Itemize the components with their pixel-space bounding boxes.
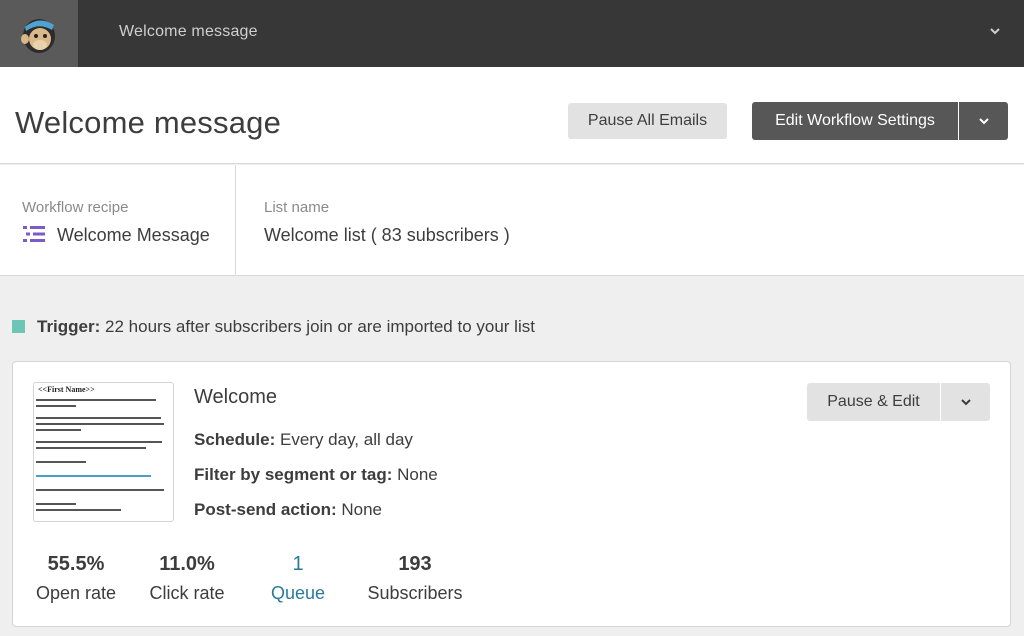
stat-value: 55.5%	[47, 553, 105, 575]
pause-and-edit-dropdown-button[interactable]	[941, 383, 990, 421]
postsend-value: None	[341, 500, 382, 519]
chevron-down-icon	[960, 399, 971, 406]
app-logo[interactable]	[0, 0, 78, 67]
stat-value: 1	[292, 553, 304, 575]
list-name-label: List name	[264, 199, 330, 216]
filter-label: Filter by segment or tag:	[194, 465, 393, 484]
pause-all-emails-button[interactable]: Pause All Emails	[568, 103, 727, 139]
list-name-value: Welcome list ( 83 subscribers )	[264, 225, 510, 245]
stat-open-rate: 55.5% Open rate	[33, 552, 119, 604]
email-thumbnail[interactable]: <<First Name>>	[33, 382, 174, 522]
stat-subscribers: 193 Subscribers	[363, 552, 467, 604]
edit-workflow-settings-button[interactable]: Edit Workflow Settings	[752, 102, 958, 140]
stat-label: Subscribers	[367, 583, 463, 603]
workflow-recipe-label: Workflow recipe	[22, 199, 129, 216]
top-bar: Welcome message	[0, 0, 1024, 67]
info-divider	[235, 165, 236, 276]
filter-value: None	[397, 465, 438, 484]
list-icon	[23, 226, 45, 242]
postsend-detail: Post-send action: None	[194, 500, 382, 520]
pause-and-edit-button[interactable]: Pause & Edit	[807, 383, 940, 421]
workflow-recipe-value: Welcome Message	[57, 225, 210, 245]
postsend-label: Post-send action:	[194, 500, 337, 519]
trigger-label: Trigger:	[37, 317, 101, 336]
page-header: Welcome message Pause All Emails Edit Wo…	[0, 67, 1024, 164]
edit-workflow-settings-dropdown-button[interactable]	[959, 102, 1008, 140]
stat-click-rate: 11.0% Click rate	[147, 552, 227, 604]
trigger-text: 22 hours after subscribers join or are i…	[105, 317, 535, 336]
page-title: Welcome message	[15, 105, 282, 140]
chevron-down-icon	[978, 118, 989, 125]
email-title: Welcome	[194, 386, 277, 408]
stat-label: Queue	[270, 583, 326, 603]
chevron-down-icon[interactable]	[988, 24, 1002, 38]
workflow-info: Workflow recipe Welcome Message List nam…	[0, 165, 1024, 276]
stat-value: 193	[398, 553, 432, 575]
schedule-value: Every day, all day	[279, 430, 413, 449]
trigger-color-swatch	[12, 320, 25, 333]
stat-label: Open rate	[35, 583, 117, 603]
stat-queue-link[interactable]: 1 Queue	[263, 552, 333, 604]
thumbnail-heading: <<First Name>>	[38, 385, 95, 394]
filter-detail: Filter by segment or tag: None	[194, 465, 438, 485]
email-card: <<First Name>> Welcome Schedule: Every d…	[12, 361, 1011, 627]
stat-label: Click rate	[149, 583, 225, 603]
schedule-detail: Schedule: Every day, all day	[194, 430, 413, 450]
stat-value: 11.0%	[159, 553, 215, 575]
schedule-label: Schedule:	[194, 430, 276, 449]
trigger-description: Trigger: 22 hours after subscribers join…	[37, 317, 535, 337]
topbar-title: Welcome message	[119, 23, 258, 40]
mailchimp-logo-icon	[21, 18, 55, 53]
